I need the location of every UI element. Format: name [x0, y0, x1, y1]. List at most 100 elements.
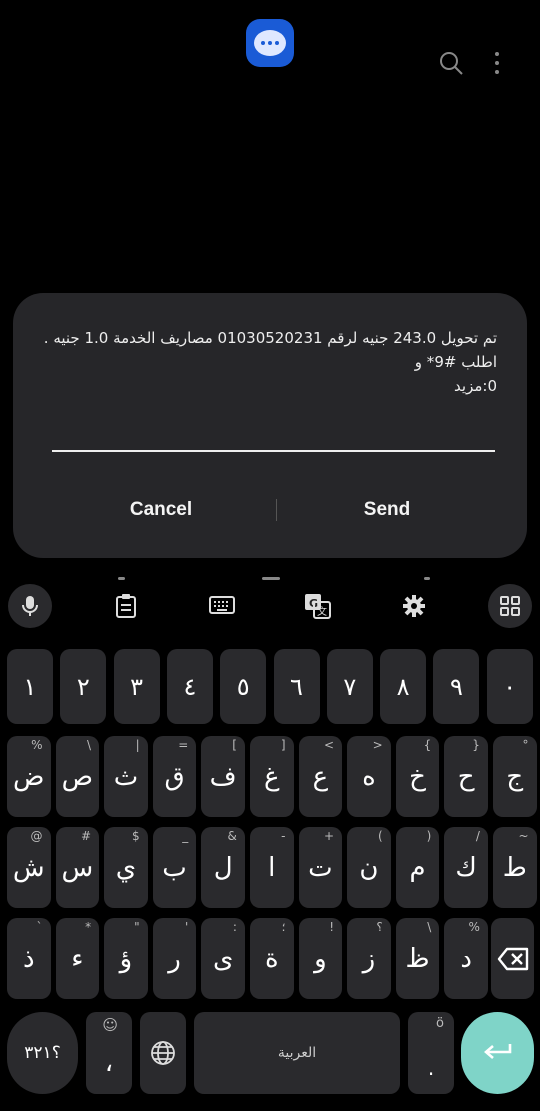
number-key[interactable]: ٥ — [220, 649, 267, 724]
letter-key-hint: > — [372, 738, 383, 752]
button-divider — [276, 499, 277, 521]
number-key[interactable]: ٣ — [113, 649, 160, 724]
letter-key[interactable]: < ع — [298, 736, 343, 817]
letter-key[interactable]: ؛ ة — [250, 918, 294, 999]
letter-key[interactable]: _ ب — [152, 827, 197, 908]
letter-key-label: ع — [312, 761, 329, 792]
letter-key-label: ظ — [405, 943, 430, 974]
divider — [118, 577, 125, 580]
language-key[interactable] — [140, 1012, 186, 1094]
more-options-icon[interactable] — [482, 48, 512, 78]
translate-icon[interactable]: G文 — [296, 584, 340, 628]
letter-key[interactable]: % ض — [7, 736, 51, 817]
number-key-label: ٢ — [76, 672, 90, 701]
number-key-label: ٣ — [130, 672, 144, 701]
letter-key-label: ل — [213, 852, 233, 883]
keyboard-icon[interactable] — [200, 584, 244, 628]
letter-key[interactable]: ` ذ — [7, 918, 51, 999]
letter-key-label: و — [314, 943, 327, 974]
letter-key[interactable]: & ل — [201, 827, 245, 908]
microphone-icon[interactable] — [8, 584, 52, 628]
letter-key[interactable]: :ى — [201, 918, 245, 999]
clipboard-icon[interactable] — [104, 584, 148, 628]
number-key[interactable]: ٠ — [486, 649, 533, 724]
letter-key-label: ص — [61, 761, 94, 792]
letter-key-label: ج — [506, 761, 524, 792]
backspace-key[interactable] — [491, 918, 534, 999]
letter-key-hint: $ — [132, 829, 140, 843]
letter-key[interactable]: = ق — [152, 736, 197, 817]
letter-key[interactable]: ° ج — [493, 736, 537, 817]
letter-key-hint: @ — [30, 829, 43, 843]
letter-key-label: ء — [71, 943, 84, 974]
letter-key[interactable]: ~ ط — [493, 827, 537, 908]
period-key[interactable]: ö . — [408, 1012, 454, 1094]
letter-key-hint: " — [134, 920, 140, 934]
reply-input-field[interactable] — [52, 450, 495, 452]
number-key[interactable]: ٤ — [166, 649, 213, 724]
symbols-key[interactable]: ؟٣٢١ — [7, 1012, 78, 1094]
letter-key-label: س — [61, 852, 94, 883]
letter-key[interactable]: ' ر — [152, 918, 197, 999]
letter-key[interactable]: % د — [444, 918, 488, 999]
letter-key-label: ق — [164, 761, 185, 792]
letter-key-hint: : — [232, 920, 237, 934]
letter-key[interactable]: $ ي — [104, 827, 148, 908]
letter-key[interactable]: # س — [55, 827, 100, 908]
number-key-label: ٧ — [343, 672, 357, 701]
number-key[interactable]: ٧ — [326, 649, 373, 724]
letter-key[interactable]: -ا — [250, 827, 294, 908]
number-key[interactable]: ٩ — [433, 649, 480, 724]
letter-key-label: ذ — [22, 943, 35, 974]
number-key[interactable]: ٨ — [380, 649, 427, 724]
letter-key[interactable]: [ف — [201, 736, 245, 817]
space-key[interactable]: العربية — [194, 1012, 400, 1094]
letter-key[interactable]: ؟ ز — [347, 918, 391, 999]
letter-key[interactable]: (ن — [347, 827, 391, 908]
letter-key-label: ا — [268, 852, 276, 883]
letter-key[interactable]: > ه — [347, 736, 391, 817]
letter-key-hint: | — [135, 738, 140, 752]
number-key-label: ٥ — [236, 672, 250, 701]
letter-key[interactable]: {خ — [395, 736, 440, 817]
letter-key-hint: ( — [378, 829, 383, 843]
letter-key[interactable]: * ء — [55, 918, 100, 999]
letter-key-hint: & — [227, 829, 237, 843]
letter-key-label: ن — [359, 852, 379, 883]
grid-icon[interactable] — [488, 584, 532, 628]
letter-key-hint: % — [31, 738, 43, 752]
letter-key[interactable]: ] غ — [250, 736, 294, 817]
search-icon[interactable] — [436, 48, 466, 78]
letter-key[interactable]: ! و — [298, 918, 343, 999]
enter-key[interactable] — [461, 1012, 534, 1094]
settings-icon[interactable] — [392, 584, 436, 628]
letter-key[interactable]: } ح — [444, 736, 488, 817]
number-key[interactable]: ٦ — [273, 649, 320, 724]
letter-key-label: ض — [13, 761, 45, 792]
comma-key[interactable]: ☺ ، — [86, 1012, 132, 1094]
backspace-icon — [497, 947, 528, 970]
letter-key[interactable]: @ ش — [7, 827, 51, 908]
letter-key-hint: ) — [426, 829, 432, 843]
period-key-label: . — [427, 1056, 435, 1080]
divider — [424, 577, 430, 580]
enter-icon — [483, 1044, 511, 1059]
number-key-label: ١ — [23, 672, 37, 701]
letter-key-hint: ؛ — [281, 920, 286, 934]
letter-key[interactable]: / ك — [444, 827, 488, 908]
letter-key[interactable]: \ ص — [55, 736, 100, 817]
letter-key[interactable]: + ت — [298, 827, 343, 908]
symbols-key-label: ؟٣٢١ — [24, 1043, 61, 1063]
number-key[interactable]: ١ — [7, 649, 53, 724]
letter-key[interactable]: ) م — [395, 827, 440, 908]
letter-key-hint: # — [81, 829, 92, 843]
letter-key[interactable]: " ؤ — [104, 918, 148, 999]
letter-key[interactable]: \ ظ — [395, 918, 440, 999]
number-key[interactable]: ٢ — [60, 649, 107, 724]
letter-key[interactable]: | ث — [104, 736, 148, 817]
send-button[interactable]: Send — [287, 493, 487, 527]
letter-key-hint: = — [178, 738, 189, 752]
cancel-button[interactable]: Cancel — [61, 493, 261, 527]
number-key-label: ٩ — [449, 672, 463, 701]
letter-key-hint: ] — [280, 738, 286, 752]
